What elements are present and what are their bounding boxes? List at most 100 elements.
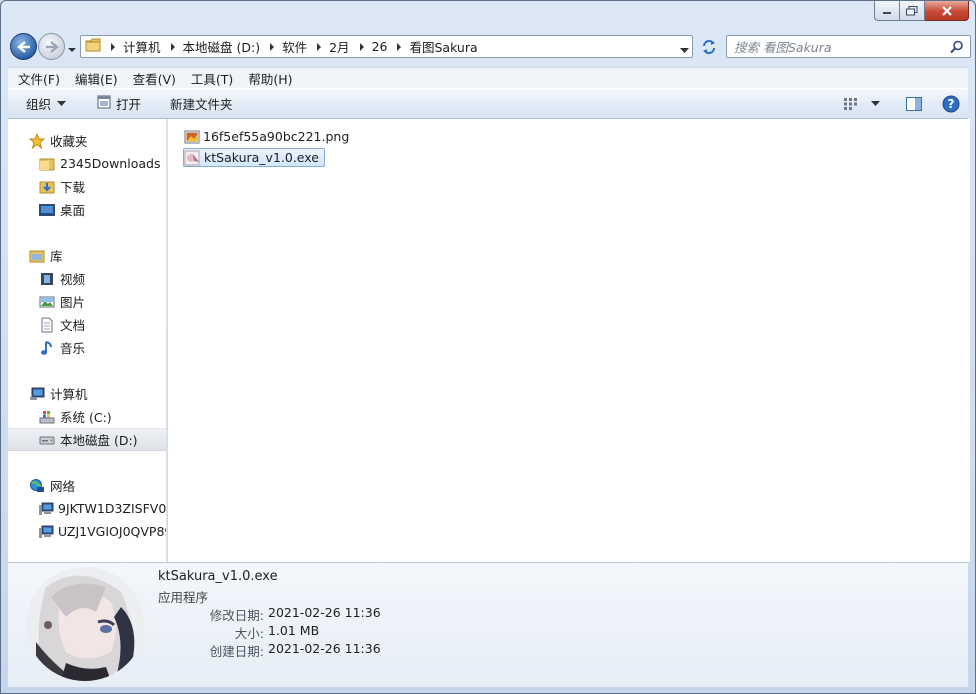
chevron-right-icon[interactable] bbox=[354, 39, 370, 55]
file-thumbnail bbox=[26, 567, 144, 681]
music-note-icon bbox=[38, 340, 56, 356]
new-folder-label: 新建文件夹 bbox=[170, 97, 233, 112]
navigation-pane: 收藏夹 2345Downloads 下载 桌面 库 视频 图片 文档 音乐 计算… bbox=[8, 119, 167, 562]
forward-button[interactable] bbox=[38, 33, 65, 60]
nav-item-network-pc[interactable]: 9JKTW1D3ZISFV08 bbox=[8, 497, 166, 520]
chevron-right-icon[interactable] bbox=[165, 39, 181, 55]
details-modified-row: 修改日期: 2021-02-26 11:36 bbox=[158, 605, 458, 623]
refresh-icon bbox=[703, 39, 715, 54]
open-button[interactable]: 打开 bbox=[97, 89, 141, 118]
nav-item-label: 本地磁盘 (D:) bbox=[60, 433, 138, 448]
close-button[interactable] bbox=[925, 1, 969, 21]
organize-label: 组织 bbox=[26, 97, 52, 112]
nav-item-label: UZJ1VGIOJ0QVP89 bbox=[58, 524, 167, 539]
anime-girl-thumbnail-icon bbox=[26, 567, 144, 681]
chevron-down-icon bbox=[871, 100, 880, 106]
file-list: 16f5ef55a90bc221.png ktSakura_v1.0.exe bbox=[168, 119, 970, 562]
address-dropdown-icon[interactable] bbox=[680, 43, 689, 57]
preview-pane-button[interactable] bbox=[906, 96, 922, 111]
nav-libraries[interactable]: 库 bbox=[8, 244, 166, 267]
window-controls bbox=[874, 1, 969, 21]
picture-icon bbox=[38, 294, 56, 310]
details-value: 2021-02-26 11:36 bbox=[268, 605, 381, 620]
open-label: 打开 bbox=[116, 97, 142, 112]
nav-libraries-label: 库 bbox=[50, 249, 63, 264]
nav-item-label: 文档 bbox=[60, 318, 86, 333]
back-arrow-icon bbox=[16, 40, 30, 53]
breadcrumb-item[interactable]: 软件 bbox=[280, 37, 311, 56]
nav-item-label: 视频 bbox=[60, 272, 86, 287]
details-value: 1.01 MB bbox=[268, 623, 320, 638]
view-options-button[interactable] bbox=[843, 97, 880, 111]
breadcrumb-item[interactable]: 计算机 bbox=[121, 37, 165, 56]
details-value: 2021-02-26 11:36 bbox=[268, 641, 381, 656]
organize-button[interactable]: 组织 bbox=[26, 89, 67, 118]
nav-item-2345downloads[interactable]: 2345Downloads bbox=[8, 152, 166, 175]
back-button[interactable] bbox=[10, 33, 37, 60]
menu-view[interactable]: 查看(V) bbox=[123, 69, 181, 88]
file-item-selected[interactable]: ktSakura_v1.0.exe bbox=[183, 148, 325, 167]
breadcrumb-item[interactable]: 26 bbox=[370, 39, 392, 54]
hard-drive-icon bbox=[38, 432, 56, 448]
chevron-right-icon[interactable] bbox=[264, 39, 280, 55]
breadcrumb-item[interactable]: 本地磁盘 (D:) bbox=[181, 37, 265, 56]
nav-item-desktop[interactable]: 桌面 bbox=[8, 198, 166, 221]
nav-favorites[interactable]: 收藏夹 bbox=[8, 129, 166, 152]
star-icon bbox=[28, 132, 46, 149]
search-placeholder: 搜索 看图Sakura bbox=[734, 40, 832, 55]
nav-item-label: 音乐 bbox=[60, 341, 86, 356]
details-file-type: 应用程序 bbox=[158, 590, 209, 605]
details-created-row: 创建日期: 2021-02-26 11:36 bbox=[158, 641, 458, 659]
chevron-right-icon[interactable] bbox=[311, 39, 327, 55]
folder-icon bbox=[85, 38, 101, 55]
nav-item-music[interactable]: 音乐 bbox=[8, 336, 166, 359]
desktop-icon bbox=[38, 202, 56, 218]
help-button[interactable]: ? bbox=[942, 95, 960, 113]
nav-item-pictures[interactable]: 图片 bbox=[8, 290, 166, 313]
menu-file[interactable]: 文件(F) bbox=[8, 69, 65, 88]
nav-item-drive-d[interactable]: 本地磁盘 (D:) bbox=[8, 428, 166, 451]
document-icon bbox=[38, 317, 56, 333]
chevron-right-icon[interactable] bbox=[105, 39, 121, 55]
computer-icon bbox=[28, 386, 46, 402]
video-icon bbox=[38, 271, 56, 287]
breadcrumb-item[interactable]: 看图Sakura bbox=[407, 37, 481, 56]
close-icon bbox=[941, 5, 952, 16]
nav-item-drive-c[interactable]: 系统 (C:) bbox=[8, 405, 166, 428]
view-controls: ? bbox=[843, 89, 960, 118]
refresh-button[interactable] bbox=[697, 35, 721, 58]
minimize-button[interactable] bbox=[874, 1, 900, 21]
search-input[interactable]: 搜索 看图Sakura bbox=[726, 35, 971, 58]
search-icon[interactable] bbox=[950, 40, 964, 57]
nav-item-network-pc[interactable]: UZJ1VGIOJ0QVP89 bbox=[8, 520, 167, 543]
nav-item-label: 桌面 bbox=[60, 203, 86, 218]
address-bar[interactable]: 计算机 本地磁盘 (D:) 软件 2月 26 看图Sakura bbox=[80, 35, 693, 58]
explorer-window: 计算机 本地磁盘 (D:) 软件 2月 26 看图Sakura 搜索 看图Sak… bbox=[0, 0, 976, 694]
nav-favorites-label: 收藏夹 bbox=[50, 134, 88, 149]
nav-item-label: 系统 (C:) bbox=[60, 410, 112, 425]
nav-item-documents[interactable]: 文档 bbox=[8, 313, 166, 336]
new-folder-button[interactable]: 新建文件夹 bbox=[170, 89, 233, 118]
details-pane: ktSakura_v1.0.exe 应用程序 修改日期: 2021-02-26 … bbox=[8, 562, 968, 687]
recent-pages-button[interactable] bbox=[67, 42, 77, 56]
nav-item-downloads[interactable]: 下载 bbox=[8, 175, 166, 198]
nav-item-videos[interactable]: 视频 bbox=[8, 267, 166, 290]
network-computer-icon bbox=[38, 524, 54, 540]
nav-network[interactable]: 网络 bbox=[8, 474, 166, 497]
nav-item-label: 图片 bbox=[60, 295, 86, 310]
chevron-right-icon[interactable] bbox=[391, 39, 407, 55]
maximize-button[interactable] bbox=[900, 1, 925, 21]
nav-computer[interactable]: 计算机 bbox=[8, 382, 166, 405]
breadcrumb-item[interactable]: 2月 bbox=[327, 37, 353, 56]
menu-help[interactable]: 帮助(H) bbox=[238, 69, 297, 88]
menu-edit[interactable]: 编辑(E) bbox=[65, 69, 123, 88]
library-icon bbox=[28, 248, 46, 264]
minimize-icon bbox=[883, 11, 891, 14]
nav-item-label: 下载 bbox=[60, 180, 86, 195]
command-bar: 组织 打开 新建文件夹 ? bbox=[8, 88, 968, 119]
menu-tools[interactable]: 工具(T) bbox=[181, 69, 238, 88]
open-app-icon bbox=[97, 95, 111, 112]
system-drive-icon bbox=[38, 409, 56, 425]
file-item[interactable]: 16f5ef55a90bc221.png bbox=[183, 127, 354, 146]
navigation-bar: 计算机 本地磁盘 (D:) 软件 2月 26 看图Sakura 搜索 看图Sak… bbox=[7, 31, 971, 63]
